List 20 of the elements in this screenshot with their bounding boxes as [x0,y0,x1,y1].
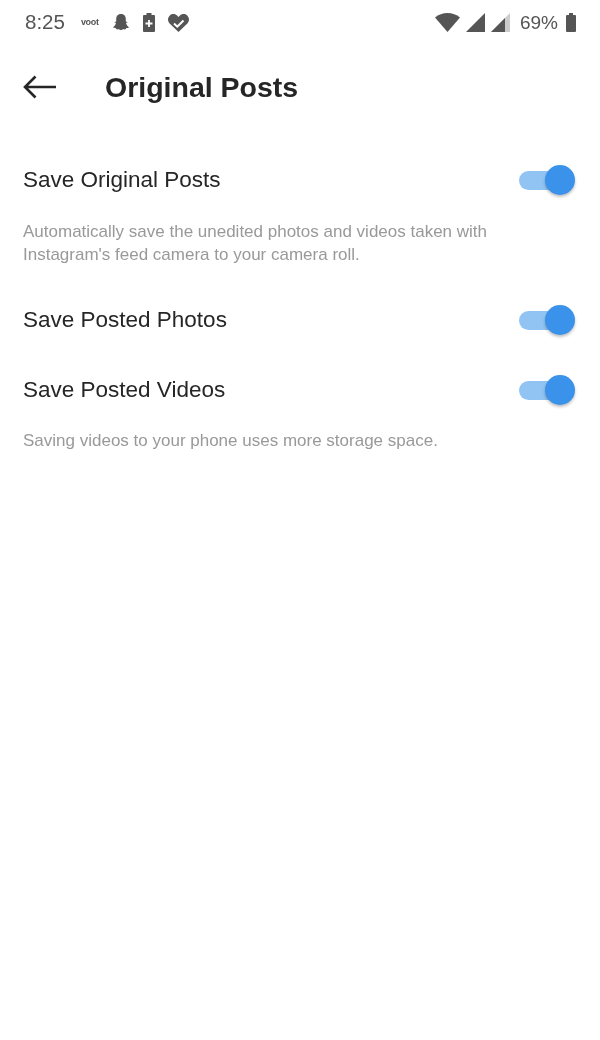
back-arrow-icon [23,75,57,99]
signal-icon [465,13,485,32]
app-logo: voot [80,18,99,27]
setting-description: Saving videos to your phone uses more storage space. [22,430,439,452]
wifi-icon [434,13,460,32]
setting-label: Save Original Posts [23,168,221,192]
battery-percent: 69% [519,13,558,32]
battery-plus-icon [142,13,155,32]
ghost-icon [112,13,129,32]
battery-icon [566,13,576,32]
toggle-switch[interactable] [519,305,575,335]
status-time: 8:25 [25,12,65,33]
setting-label: Save Posted Photos [23,308,227,332]
toggle-switch[interactable] [519,165,575,195]
setting-label: Save Posted Videos [23,378,226,402]
setting-description: Automatically save the unedited photos and videos taken with Instagram's feed camera to your camera roll. [22,221,488,266]
page-title: Original Posts [105,72,299,102]
heart-check-icon [167,13,189,32]
signal-icon [490,13,510,32]
toggle-switch[interactable] [519,375,575,405]
